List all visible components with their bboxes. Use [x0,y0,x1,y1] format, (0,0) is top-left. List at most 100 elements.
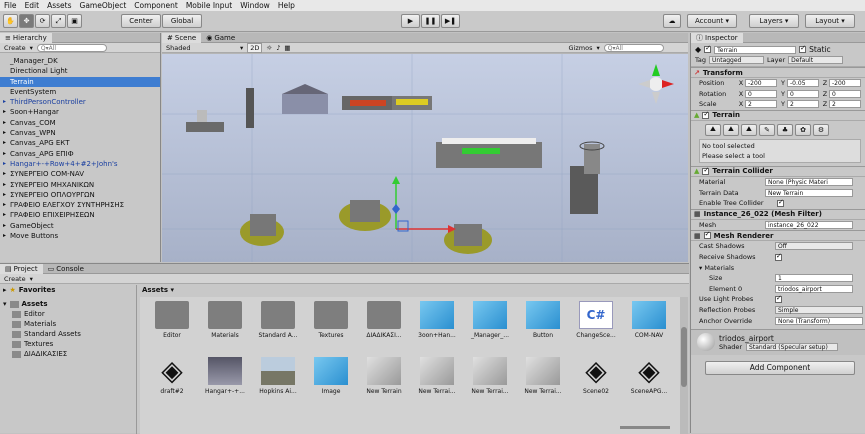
place-trees-icon[interactable]: ♣ [777,123,793,136]
zoom-slider[interactable] [620,426,670,429]
terrain-enabled-checkbox[interactable] [702,110,710,119]
position-z-field[interactable]: -200 [829,79,861,88]
asset-item[interactable]: C# ChangeSce... [570,301,622,339]
project-tree-folder[interactable]: Materials [0,319,136,329]
project-tree-folder[interactable]: Standard Assets [0,329,136,339]
active-checkbox[interactable] [704,44,712,53]
shader-dropdown[interactable]: Standard (Specular setup) [746,342,839,351]
terrain-data-field[interactable]: New Terrain [765,188,853,197]
terrain-collider-header[interactable]: ▲ Terrain Collider [691,165,865,177]
renderer-enabled-checkbox[interactable] [703,230,711,240]
receive-shadows-checkbox[interactable] [775,252,782,261]
menu-item[interactable]: Mobile Input [186,1,232,10]
scale-y-field[interactable]: 2 [787,100,819,109]
rotation-z-field[interactable]: 0 [829,89,861,98]
materials-foldout[interactable]: ▾ Materials [699,264,734,272]
favorites-item[interactable]: ▸ ★ Favorites [0,285,136,295]
project-tree-folder[interactable]: Textures [0,339,136,349]
menu-item[interactable]: Window [240,1,270,10]
hierarchy-item[interactable]: Canvas_WPN [0,128,160,138]
project-tree-folder[interactable]: ΔΙΑΔΙΚΑΣΙΕΣ [0,349,136,359]
hierarchy-item[interactable]: Hangar+-+Row+4+#2+John's [0,159,160,169]
tree-collider-checkbox[interactable] [777,198,784,207]
rotate-tool-icon[interactable]: ⟳ [35,14,50,28]
paint-texture-icon[interactable]: ✎ [759,123,775,136]
hierarchy-item[interactable]: ΣΥΝΕΡΓΕΙΟ ΟΠΛΟΥΡΓΩΝ [0,190,160,200]
static-checkbox[interactable] [799,44,807,53]
asset-item[interactable]: 3oon+Han... [411,301,463,339]
assets-breadcrumb[interactable]: Assets ▾ [140,286,680,296]
anchor-override-field[interactable]: None (Transform) [775,316,863,325]
layer-dropdown[interactable]: Default [788,56,844,64]
mesh-field[interactable]: instance_26_022 [765,220,853,229]
hierarchy-item[interactable]: Directional Light [0,66,160,76]
scale-tool-icon[interactable]: ⤢ [51,14,66,28]
step-icon[interactable]: ▶❚ [441,14,460,28]
hand-tool-icon[interactable]: ✋ [3,14,18,28]
paint-height-icon[interactable]: ⛰ [723,123,739,136]
project-tree-folder[interactable]: Editor [0,309,136,319]
hierarchy-item[interactable]: EventSystem [0,87,160,97]
hierarchy-item[interactable]: _Manager_DK [0,56,160,66]
menu-item[interactable]: Edit [25,1,40,10]
asset-item[interactable]: New Terrai... [411,357,463,395]
scale-x-field[interactable]: 2 [745,100,777,109]
pivot-center-button[interactable]: Center [121,14,161,28]
rotation-y-field[interactable]: 0 [787,89,819,98]
tag-dropdown[interactable]: Untagged [709,56,765,64]
hierarchy-item[interactable]: ΣΥΝΕΡΓΕΙΟ COM-NAV [0,169,160,179]
reflection-probes-dropdown[interactable]: Simple [775,306,863,315]
rect-tool-icon[interactable]: ▣ [67,14,82,28]
materials-size-field[interactable]: 1 [775,274,853,283]
tab-project[interactable]: ▤ Project [0,263,43,274]
asset-item[interactable]: Textures [305,301,357,339]
hierarchy-item[interactable]: ΓΡΑΦΕΙΟ ΕΛΕΓΧΟΥ ΣΥΝΤΗΡΗΣΗΣ [0,200,160,210]
audio-icon[interactable]: ♪ [276,44,280,52]
tab-console[interactable]: ▭ Console [43,264,89,274]
menu-item[interactable]: Help [278,1,295,10]
move-tool-icon[interactable]: ✥ [19,14,34,28]
hierarchy-item[interactable]: Canvas_APG ЕКТ [0,138,160,148]
hierarchy-item[interactable]: ΓΡΑΦΕΙΟ ΕΠΙΧΕΙΡΗΣΕΩΝ [0,210,160,220]
account-dropdown[interactable]: Account ▾ [687,14,737,28]
tab-scene[interactable]: # Scene [162,32,202,43]
position-x-field[interactable]: -200 [745,79,777,88]
layout-dropdown[interactable]: Layout ▾ [805,14,855,28]
hierarchy-item[interactable]: Canvas_APG ЕПІФ [0,149,160,159]
2d-toggle-button[interactable]: 2D [247,42,263,53]
layers-dropdown[interactable]: Layers ▾ [749,14,799,28]
element0-field[interactable]: triodos_airport [775,284,853,293]
hierarchy-item[interactable]: ThirdPersonController [0,97,160,107]
play-icon[interactable]: ▶ [401,14,420,28]
scene-search-input[interactable]: Q▾All [603,43,664,52]
hierarchy-item[interactable]: Soon+Hangar [0,107,160,117]
project-create-button[interactable]: Create [4,275,26,283]
asset-item[interactable]: Image [305,357,357,395]
asset-item[interactable]: New Terrai... [517,357,569,395]
material-section[interactable]: triodos_airport Shader Standard (Specular… [691,328,865,355]
smooth-height-icon[interactable]: ⛰ [741,123,757,136]
hierarchy-search-input[interactable]: Q▾All [36,43,107,52]
transform-header[interactable]: ↗ Transform [691,67,865,78]
asset-item[interactable]: COM-NAV [623,301,675,339]
menu-item[interactable]: Assets [47,1,71,10]
gizmos-dropdown[interactable]: Gizmos [569,44,593,52]
scrollbar-thumb[interactable] [681,327,687,387]
shading-mode-dropdown[interactable]: Shaded [166,44,236,52]
asset-item[interactable]: New Terrai... [464,357,516,395]
object-name-field[interactable]: Terrain [714,45,797,54]
hierarchy-create-button[interactable]: Create [4,44,26,52]
asset-item[interactable]: ◈ draft#2 [146,357,198,396]
pause-icon[interactable]: ❚❚ [421,14,440,28]
asset-item[interactable]: ΔΙΑΔΙΚΑΣΙ... [358,301,410,339]
tab-inspector[interactable]: ⓘ Inspector [691,32,743,43]
raise-terrain-icon[interactable]: ⛰ [705,123,721,136]
scene-viewport[interactable] [162,54,688,262]
menu-item[interactable]: File [4,1,17,10]
asset-item[interactable]: New Terrain [358,357,410,395]
hierarchy-item[interactable]: Move Buttons [0,231,160,241]
asset-scrollbar[interactable] [680,297,688,434]
scale-z-field[interactable]: 2 [829,100,861,109]
collider-enabled-checkbox[interactable] [702,166,710,175]
light-probes-checkbox[interactable] [775,294,782,303]
